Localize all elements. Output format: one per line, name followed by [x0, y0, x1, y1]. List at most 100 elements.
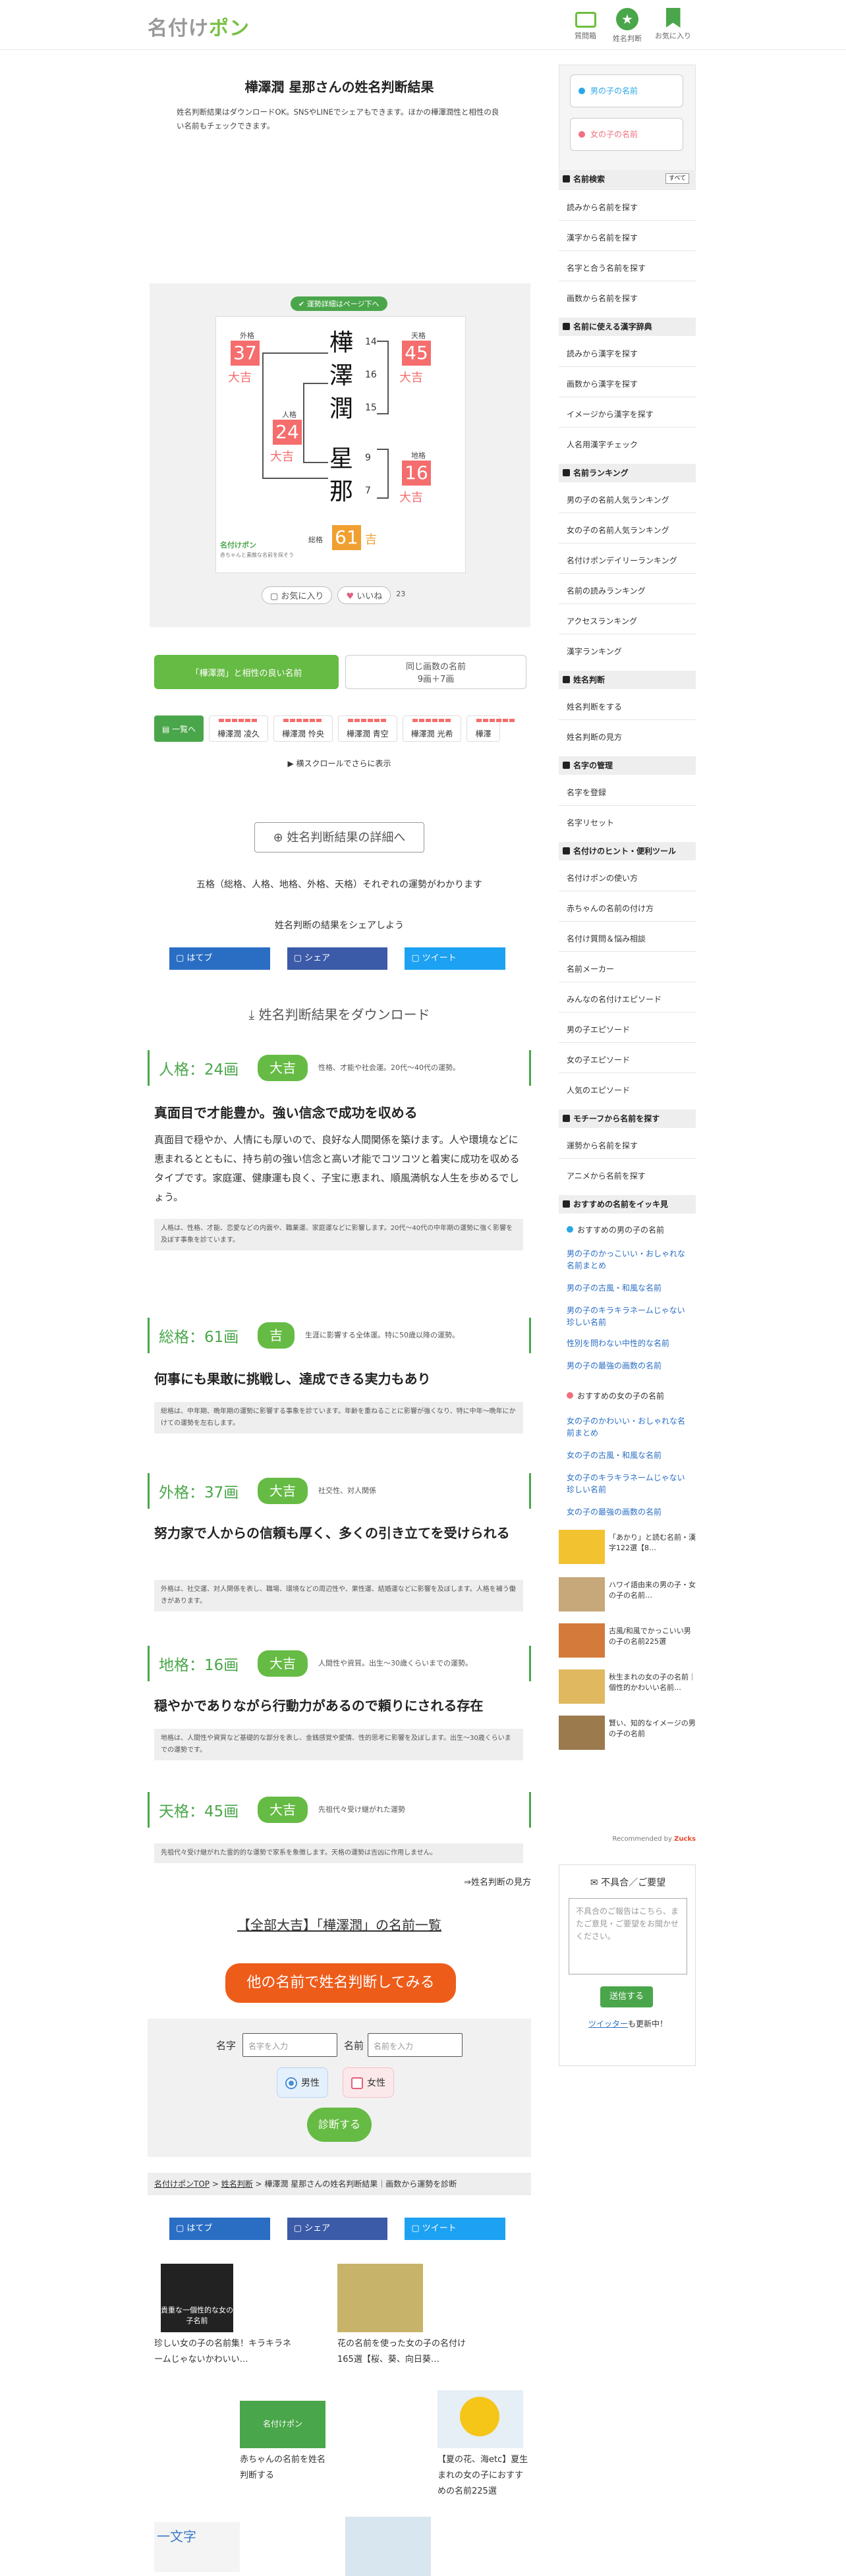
- article-card[interactable]: 貴重な一個性的な女の子名前 珍しい女の子の名前集！キラキラネームじゃないかわいい…: [154, 2264, 293, 2368]
- side-link[interactable]: 女の子の名前人気ランキング: [567, 524, 669, 536]
- like-button[interactable]: ♥ いいね: [337, 586, 391, 604]
- favorite-button[interactable]: ▢ お気に入り: [262, 586, 333, 604]
- outer-value: 37: [231, 341, 260, 366]
- breadcrumb-top[interactable]: 名付けポンTOP: [154, 2179, 210, 2189]
- breadcrumb-seimei[interactable]: 姓名判断: [221, 2179, 253, 2189]
- all-good-names-link[interactable]: 【全部大吉】「樺澤潤」の名前一覧: [148, 1915, 531, 1934]
- name-card-scroller[interactable]: ▤ 一覧へ 樺澤潤 凌久 樺澤潤 怜央 樺澤潤 青空 樺澤潤 光希 樺澤: [154, 715, 531, 742]
- twitter-share-button[interactable]: ▢ ツイート: [405, 947, 506, 970]
- twitter-link[interactable]: ツイッター: [588, 2019, 628, 2029]
- article-card[interactable]: 名付けポン 赤ちゃんの名前を姓名判断する: [240, 2401, 332, 2484]
- side-link[interactable]: 名字と合う名前を探す: [567, 262, 646, 273]
- site-logo[interactable]: 名付けポン: [148, 12, 250, 41]
- side-link[interactable]: 名字リセット: [567, 817, 614, 828]
- gender-male-radio[interactable]: 男性: [277, 2067, 328, 2098]
- fortune-tag: 吉: [258, 1322, 295, 1349]
- tab-good-names[interactable]: 「樺澤潤」と相性の良い名前: [154, 655, 339, 689]
- side-link[interactable]: 人名用漢字チェック: [567, 439, 638, 450]
- side-link[interactable]: 画数から漢字を探す: [567, 378, 638, 389]
- girl-label: 女の子の名前: [590, 130, 638, 139]
- article-thumbnail: [437, 2390, 523, 2448]
- side-link[interactable]: 運勢から名前を探す: [567, 1140, 638, 1151]
- side-link[interactable]: 名付けポンデイリーランキング: [567, 555, 677, 566]
- hatena-share-button[interactable]: ▢ はてブ: [169, 947, 270, 970]
- name-list-button[interactable]: ▤ 一覧へ: [154, 715, 204, 742]
- side-link[interactable]: アニメから名前を探す: [567, 1170, 646, 1181]
- side-link[interactable]: アクセスランキング: [567, 615, 637, 627]
- side-link[interactable]: 名付け質問＆悩み相談: [567, 933, 646, 944]
- article-card[interactable]: 一文字: [154, 2522, 244, 2572]
- side-link[interactable]: 漢字ランキング: [567, 646, 622, 657]
- side-link[interactable]: 女の子のキラキラネームじゃない珍しい名前: [567, 1472, 692, 1496]
- recommend-thumbnail: [559, 1716, 605, 1750]
- facebook-share-button[interactable]: ▢ シェア: [287, 2218, 388, 2240]
- hatena-share-button[interactable]: ▢ はてブ: [169, 2218, 270, 2240]
- side-link[interactable]: 男の子の最強の画数の名前: [567, 1360, 692, 1371]
- side-link[interactable]: 名付けポンの使い方: [567, 872, 638, 883]
- side-link[interactable]: 読みから名前を探す: [567, 202, 638, 213]
- side-link[interactable]: 男の子エピソード: [567, 1024, 630, 1035]
- side-link[interactable]: 赤ちゃんの名前の付け方: [567, 903, 654, 914]
- tab-label: 同じ画数の名前: [405, 662, 466, 672]
- outer-fortune: 大吉: [228, 371, 252, 385]
- outer-label: 外格: [240, 331, 254, 340]
- side-link[interactable]: 男の子の古風・和風な名前: [567, 1282, 692, 1293]
- side-link[interactable]: 性別を問わない中性的な名前: [567, 1337, 692, 1349]
- section-title: モチーフから名前を探す: [573, 1114, 660, 1123]
- divider: [559, 427, 696, 428]
- section-badge[interactable]: すべて: [665, 173, 689, 184]
- detail-button[interactable]: ⊕ 姓名判断結果の詳細へ: [254, 822, 424, 853]
- feedback-send-button[interactable]: 送信する: [600, 1986, 653, 2007]
- side-link[interactable]: 読みから漢字を探す: [567, 348, 638, 359]
- side-section-surname: 名字の管理: [559, 756, 696, 775]
- recommend-title: 「あかり」と読む名前・漢字122選【8…: [609, 1533, 696, 1552]
- gender-female-checkbox[interactable]: 女性: [343, 2067, 394, 2098]
- sei-input[interactable]: 名字を入力: [242, 2033, 337, 2057]
- heart-icon: ♥: [346, 592, 354, 602]
- side-link[interactable]: 姓名判断の見方: [567, 731, 622, 742]
- side-link[interactable]: 画数から名前を探す: [567, 293, 638, 304]
- arrow-right-icon: ▶: [287, 759, 294, 768]
- side-link[interactable]: 人気のエピソード: [567, 1084, 630, 1096]
- tab-same-strokes[interactable]: 同じ画数の名前 9画＋7画: [345, 655, 526, 689]
- total-fortune: 吉: [365, 533, 377, 547]
- kaku-earth-title: 穏やかでありながら行動力があるので頼りにされる存在: [154, 1698, 484, 1714]
- side-link[interactable]: 名字を登録: [567, 787, 606, 798]
- nav-favorite[interactable]: お気に入り: [655, 8, 691, 41]
- how-to-read-link[interactable]: ⇒姓名判断の見方: [464, 1875, 531, 1888]
- article-card[interactable]: [345, 2517, 435, 2576]
- side-link[interactable]: 男の子のかっこいい・おしゃれな名前まとめ: [567, 1248, 692, 1272]
- side-link[interactable]: 姓名判断をする: [567, 701, 622, 712]
- mei-input[interactable]: 名前を入力: [368, 2033, 463, 2057]
- judge-button[interactable]: 診断する: [307, 2108, 372, 2142]
- side-link[interactable]: 漢字から名前を探す: [567, 232, 638, 243]
- side-link[interactable]: 女の子の古風・和風な名前: [567, 1449, 692, 1461]
- twitter-share-button[interactable]: ▢ ツイート: [405, 2218, 506, 2240]
- side-link[interactable]: 名前の読みランキング: [567, 585, 646, 596]
- article-card[interactable]: 花の名前を使った女の子の名付け165選【桜、葵、向日葵…: [337, 2264, 476, 2368]
- girl-names-link[interactable]: 女の子の名前: [570, 118, 683, 151]
- kaku-outer-note: 外格は、社交運、対人関係を表し、職場、環境などの周辺性や、果性運、結婚運などに影…: [154, 1580, 523, 1611]
- fortune-tag: 大吉: [258, 1797, 308, 1823]
- side-link[interactable]: 名前メーカー: [567, 963, 614, 974]
- side-link[interactable]: みんなの名付けエピソード: [567, 994, 662, 1005]
- article-card[interactable]: 【夏の花、海etc】夏生まれの女の子におすすめの名前225選: [437, 2390, 531, 2500]
- side-link[interactable]: 男の子のキラキラネームじゃない珍しい名前: [567, 1304, 692, 1328]
- name-card[interactable]: 樺澤潤 凌久: [209, 715, 268, 742]
- side-link[interactable]: 男の子の名前人気ランキング: [567, 494, 669, 505]
- name-card[interactable]: 樺澤: [466, 715, 517, 742]
- nav-question-box[interactable]: 質問箱: [575, 8, 596, 41]
- facebook-share-button[interactable]: ▢ シェア: [287, 947, 388, 970]
- feedback-textarea[interactable]: 不具合のご報告はこちら、またご意見・ご要望をお聞かせください。: [569, 1898, 687, 1974]
- download-button[interactable]: ⤓ 姓名判断結果をダウンロード: [148, 1004, 531, 1023]
- side-link[interactable]: 女の子の最強の画数の名前: [567, 1506, 692, 1517]
- side-link[interactable]: 女の子エピソード: [567, 1054, 630, 1065]
- side-link[interactable]: 女の子のかわいい・おしゃれな名前まとめ: [567, 1415, 692, 1439]
- side-link[interactable]: イメージから漢字を探す: [567, 408, 654, 420]
- nav-seimei[interactable]: ★ 姓名判断: [613, 8, 642, 43]
- name-card[interactable]: 樺澤潤 青空: [337, 715, 397, 742]
- bracket-line: [377, 497, 389, 499]
- name-card[interactable]: 樺澤潤 光希: [402, 715, 462, 742]
- boy-names-link[interactable]: 男の子の名前: [570, 74, 683, 107]
- name-card[interactable]: 樺澤潤 怜央: [273, 715, 333, 742]
